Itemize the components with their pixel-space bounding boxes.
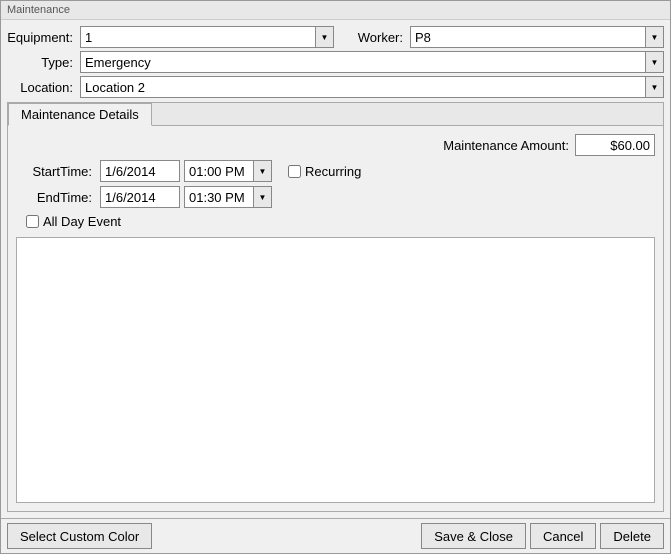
maintenance-amount-row: Maintenance Amount: bbox=[16, 134, 655, 156]
starttime-row: StartTime: ▼ Recurring bbox=[16, 160, 655, 182]
maintenance-window: Maintenance Equipment: ▼ Worker: ▼ Type:… bbox=[0, 0, 671, 554]
worker-dropdown-btn[interactable]: ▼ bbox=[646, 26, 664, 48]
location-label: Location: bbox=[7, 80, 77, 95]
equipment-label: Equipment: bbox=[7, 30, 77, 45]
location-dropdown-btn[interactable]: ▼ bbox=[646, 76, 664, 98]
tab-label: Maintenance Details bbox=[21, 107, 139, 122]
maintenance-amount-label: Maintenance Amount: bbox=[443, 138, 569, 153]
end-date-input[interactable] bbox=[100, 186, 180, 208]
allday-label: All Day Event bbox=[43, 214, 121, 229]
start-time-wrap: ▼ bbox=[184, 160, 272, 182]
location-input[interactable] bbox=[80, 76, 646, 98]
equipment-input[interactable] bbox=[80, 26, 316, 48]
allday-checkbox[interactable] bbox=[26, 215, 39, 228]
save-close-button[interactable]: Save & Close bbox=[421, 523, 526, 549]
starttime-control: StartTime: ▼ bbox=[26, 160, 272, 182]
endtime-row: EndTime: ▼ bbox=[26, 186, 655, 208]
select-custom-color-button[interactable]: Select Custom Color bbox=[7, 523, 152, 549]
endtime-label: EndTime: bbox=[26, 190, 96, 205]
type-dropdown-btn[interactable]: ▼ bbox=[646, 51, 664, 73]
cancel-button[interactable]: Cancel bbox=[530, 523, 596, 549]
recurring-label: Recurring bbox=[305, 164, 361, 179]
type-input[interactable] bbox=[80, 51, 646, 73]
tab-body: Maintenance Amount: StartTime: ▼ bbox=[8, 126, 663, 511]
worker-control: ▼ bbox=[410, 26, 664, 48]
bottom-bar: Select Custom Color Save & Close Cancel … bbox=[1, 518, 670, 553]
start-time-input[interactable] bbox=[184, 160, 254, 182]
end-time-dropdown-btn[interactable]: ▼ bbox=[254, 186, 272, 208]
notes-area[interactable] bbox=[16, 237, 655, 503]
equipment-control: ▼ bbox=[80, 26, 334, 48]
tab-maintenance-details[interactable]: Maintenance Details bbox=[8, 103, 152, 126]
allday-row: All Day Event bbox=[26, 214, 655, 229]
equipment-dropdown-btn[interactable]: ▼ bbox=[316, 26, 334, 48]
window-title: Maintenance bbox=[1, 1, 670, 20]
tab-header: Maintenance Details bbox=[8, 103, 663, 126]
window-body: Equipment: ▼ Worker: ▼ Type: ▼ Location: bbox=[1, 20, 670, 518]
location-control: ▼ bbox=[80, 76, 664, 98]
top-form: Equipment: ▼ Worker: ▼ Type: ▼ Location: bbox=[7, 26, 664, 98]
notes-textarea[interactable] bbox=[17, 238, 654, 502]
recurring-checkbox[interactable] bbox=[288, 165, 301, 178]
recurring-row: Recurring bbox=[288, 164, 361, 179]
worker-label: Worker: bbox=[337, 30, 407, 45]
tab-container: Maintenance Details Maintenance Amount: … bbox=[7, 102, 664, 512]
delete-button[interactable]: Delete bbox=[600, 523, 664, 549]
end-time-wrap: ▼ bbox=[184, 186, 272, 208]
type-label: Type: bbox=[7, 55, 77, 70]
end-time-input[interactable] bbox=[184, 186, 254, 208]
maintenance-amount-input[interactable] bbox=[575, 134, 655, 156]
start-time-dropdown-btn[interactable]: ▼ bbox=[254, 160, 272, 182]
type-control: ▼ bbox=[80, 51, 664, 73]
starttime-label: StartTime: bbox=[26, 164, 96, 179]
start-date-input[interactable] bbox=[100, 160, 180, 182]
worker-input[interactable] bbox=[410, 26, 646, 48]
